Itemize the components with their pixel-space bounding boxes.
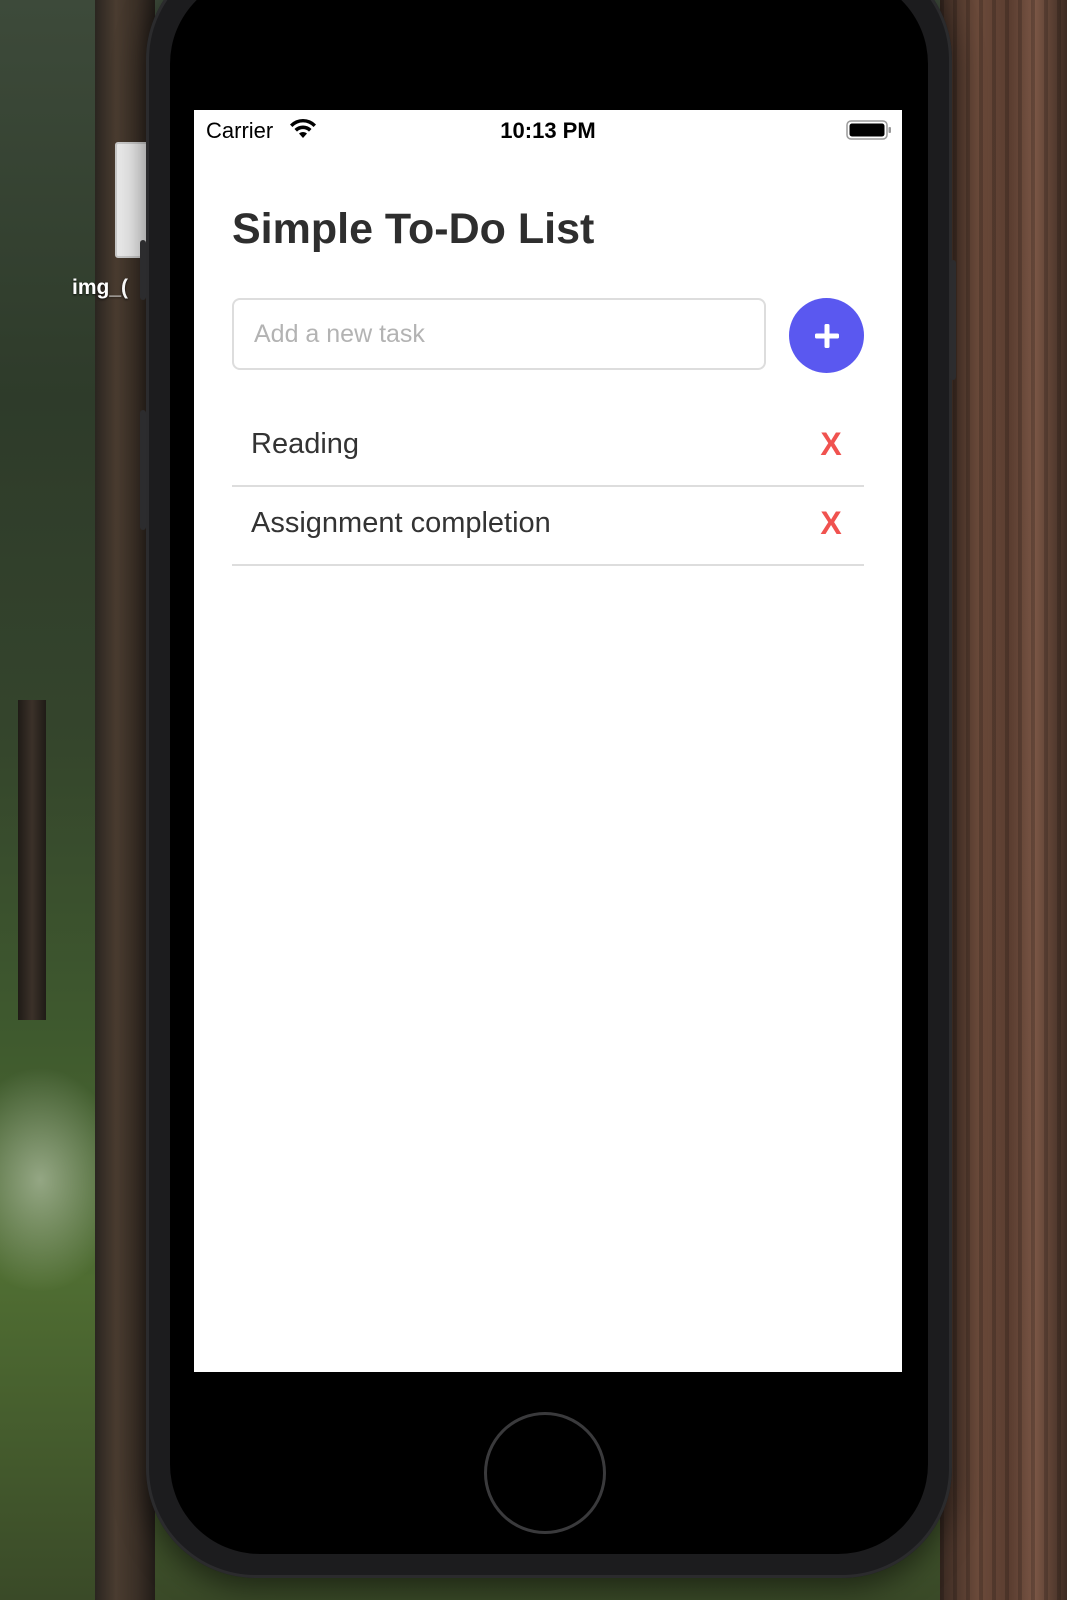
new-task-input[interactable]: [232, 298, 766, 370]
task-list-item[interactable]: Reading X: [232, 408, 864, 487]
power-button: [950, 260, 956, 380]
delete-task-button[interactable]: X: [814, 501, 848, 545]
task-text: Reading: [251, 428, 360, 460]
tree-trunk-far-left: [18, 700, 46, 1020]
volume-up-button: [140, 240, 146, 300]
volume-down-button: [140, 410, 146, 530]
app-screen: Carrier 10:13 PM Simple To-Do List Readi…: [194, 110, 902, 1372]
tree-trunk-right: [940, 0, 1067, 1600]
task-list-item[interactable]: Assignment completion X: [232, 487, 864, 566]
task-list: Reading X Assignment completion X: [232, 408, 864, 566]
desktop-file-label[interactable]: img_(: [72, 276, 128, 300]
delete-task-button[interactable]: X: [814, 422, 848, 466]
add-task-button[interactable]: [789, 298, 864, 373]
plus-icon: [815, 324, 839, 348]
task-text: Assignment completion: [251, 507, 551, 539]
home-button[interactable]: [484, 1412, 606, 1534]
status-bar: Carrier 10:13 PM: [194, 110, 902, 150]
page-title: Simple To-Do List: [232, 205, 595, 253]
status-time: 10:13 PM: [500, 118, 596, 143]
battery-icon: [846, 120, 891, 140]
